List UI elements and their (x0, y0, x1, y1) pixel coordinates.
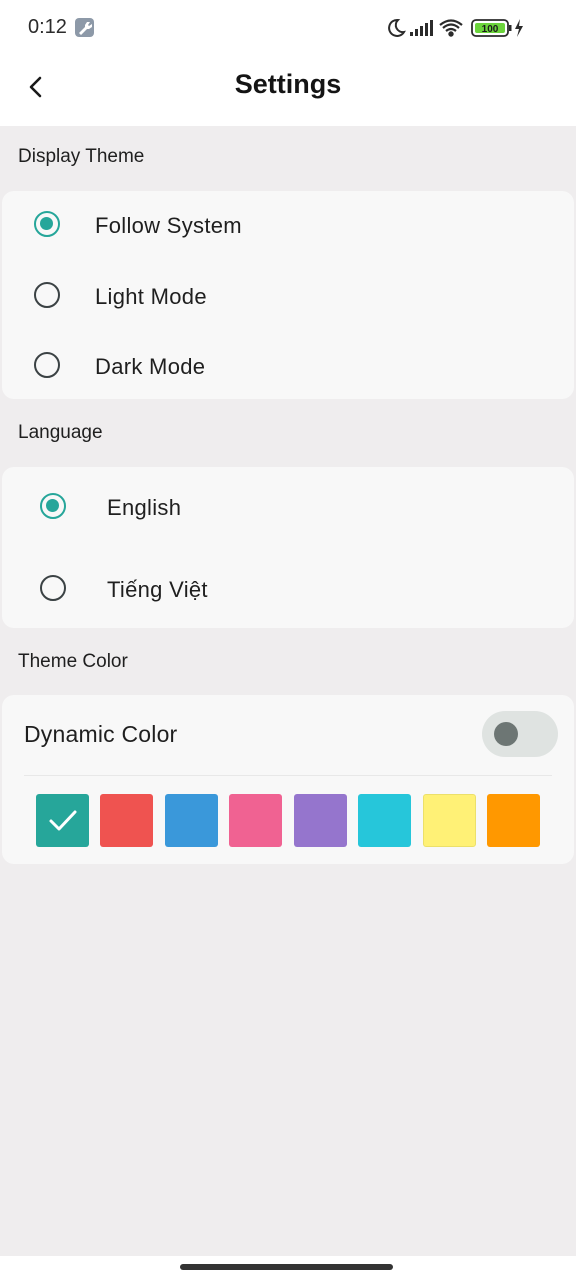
color-swatch-yellow[interactable] (423, 794, 476, 847)
color-swatch-teal[interactable] (36, 794, 89, 847)
display-theme-title: Display Theme (18, 146, 145, 167)
language-card: English Tiếng Việt (2, 467, 574, 628)
theme-option-label: Follow System (95, 213, 242, 238)
language-option-label: Tiếng Việt (107, 577, 208, 602)
charging-icon (515, 19, 523, 37)
check-icon (49, 810, 77, 831)
wrench-icon (75, 18, 94, 37)
theme-option-label: Dark Mode (95, 354, 206, 379)
theme-option-dark-mode[interactable]: Dark Mode (2, 335, 574, 395)
language-option-vietnamese[interactable]: Tiếng Việt (2, 558, 574, 618)
color-swatch-pink[interactable] (229, 794, 282, 847)
status-bar: 0:12 100 (0, 0, 576, 56)
color-swatch-red[interactable] (100, 794, 153, 847)
radio-unselected-icon[interactable] (40, 575, 66, 601)
app-bar: Settings (0, 56, 576, 126)
language-option-label: English (107, 495, 182, 520)
battery-level: 100 (482, 24, 499, 35)
signal-icon (410, 20, 433, 36)
radio-selected-icon[interactable] (34, 211, 60, 237)
theme-color-title: Theme Color (18, 651, 128, 672)
wifi-icon (439, 19, 463, 37)
color-swatch-blue[interactable] (165, 794, 218, 847)
dynamic-color-toggle[interactable] (482, 711, 558, 757)
theme-option-label: Light Mode (95, 284, 207, 309)
status-time: 0:12 (28, 16, 67, 38)
divider (24, 775, 552, 776)
toggle-knob[interactable] (494, 722, 518, 746)
theme-color-card: Dynamic Color (2, 695, 574, 864)
radio-selected-icon[interactable] (40, 493, 66, 519)
color-swatch-cyan[interactable] (358, 794, 411, 847)
status-icons: 100 (384, 16, 544, 40)
color-swatch-purple[interactable] (294, 794, 347, 847)
color-swatch-orange[interactable] (487, 794, 540, 847)
moon-icon (388, 18, 406, 37)
radio-unselected-icon[interactable] (34, 282, 60, 308)
radio-unselected-icon[interactable] (34, 352, 60, 378)
language-option-english[interactable]: English (2, 476, 574, 536)
display-theme-card: Follow System Light Mode Dark Mode (2, 191, 574, 399)
language-title: Language (18, 422, 103, 443)
theme-option-light-mode[interactable]: Light Mode (2, 265, 574, 325)
page-title: Settings (234, 69, 342, 99)
theme-option-follow-system[interactable]: Follow System (2, 194, 574, 254)
dynamic-color-label: Dynamic Color (24, 721, 178, 747)
home-indicator[interactable] (180, 1264, 393, 1270)
